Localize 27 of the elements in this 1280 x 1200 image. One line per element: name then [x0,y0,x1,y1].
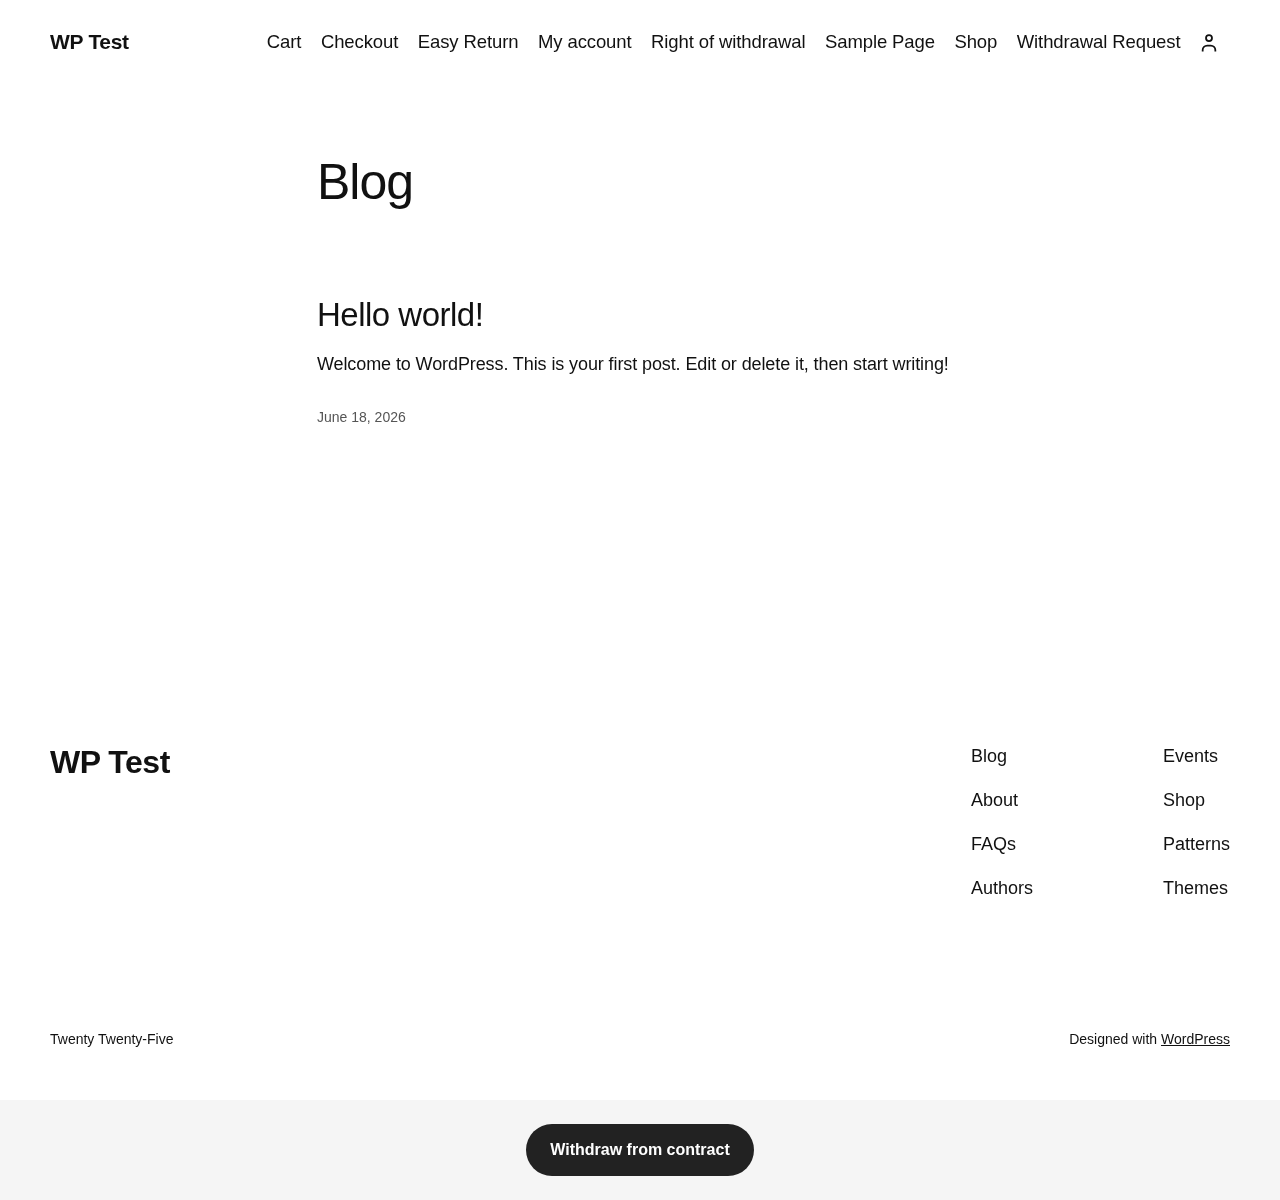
footer-link[interactable]: About [970,787,1018,814]
footer-link[interactable]: Patterns [1162,831,1230,858]
footer-link[interactable]: Events [1162,743,1218,770]
post-excerpt: Welcome to WordPress. This is your first post. Edit or delete it, then start writing! [317,353,949,376]
footer-link[interactable]: Authors [970,875,1033,902]
post-title-link[interactable]: Hello world! [317,294,484,335]
nav-link[interactable]: Checkout [320,29,399,54]
post-date: June 18, 2026 [317,408,406,427]
nav-link[interactable]: Sample Page [824,29,935,54]
wordpress-link[interactable]: WordPress [1161,1031,1230,1047]
footer-link[interactable]: Blog [970,743,1007,770]
theme-credit: Twenty Twenty-Five [50,1030,174,1049]
footer-link[interactable]: Shop [1162,787,1205,814]
footer-site-title-link[interactable]: WP Test [50,743,170,781]
nav-link[interactable]: Withdrawal Request [1016,29,1181,54]
site-title-link[interactable]: WP Test [50,30,129,54]
nav-link[interactable]: Shop [954,29,998,54]
page-heading: Blog [317,153,415,212]
withdraw-button[interactable]: Withdraw from contract [526,1124,754,1176]
nav-link[interactable]: Cart [266,29,302,54]
footer-link[interactable]: FAQs [970,831,1016,858]
credit-text: Designed with WordPress [1069,1030,1230,1049]
footer-link[interactable]: Themes [1162,875,1228,902]
nav-link[interactable]: My account [537,29,632,54]
nav-link[interactable]: Right of withdrawal [651,29,806,54]
nav-link[interactable]: Easy Return [417,29,519,54]
account-icon[interactable] [1200,32,1218,52]
